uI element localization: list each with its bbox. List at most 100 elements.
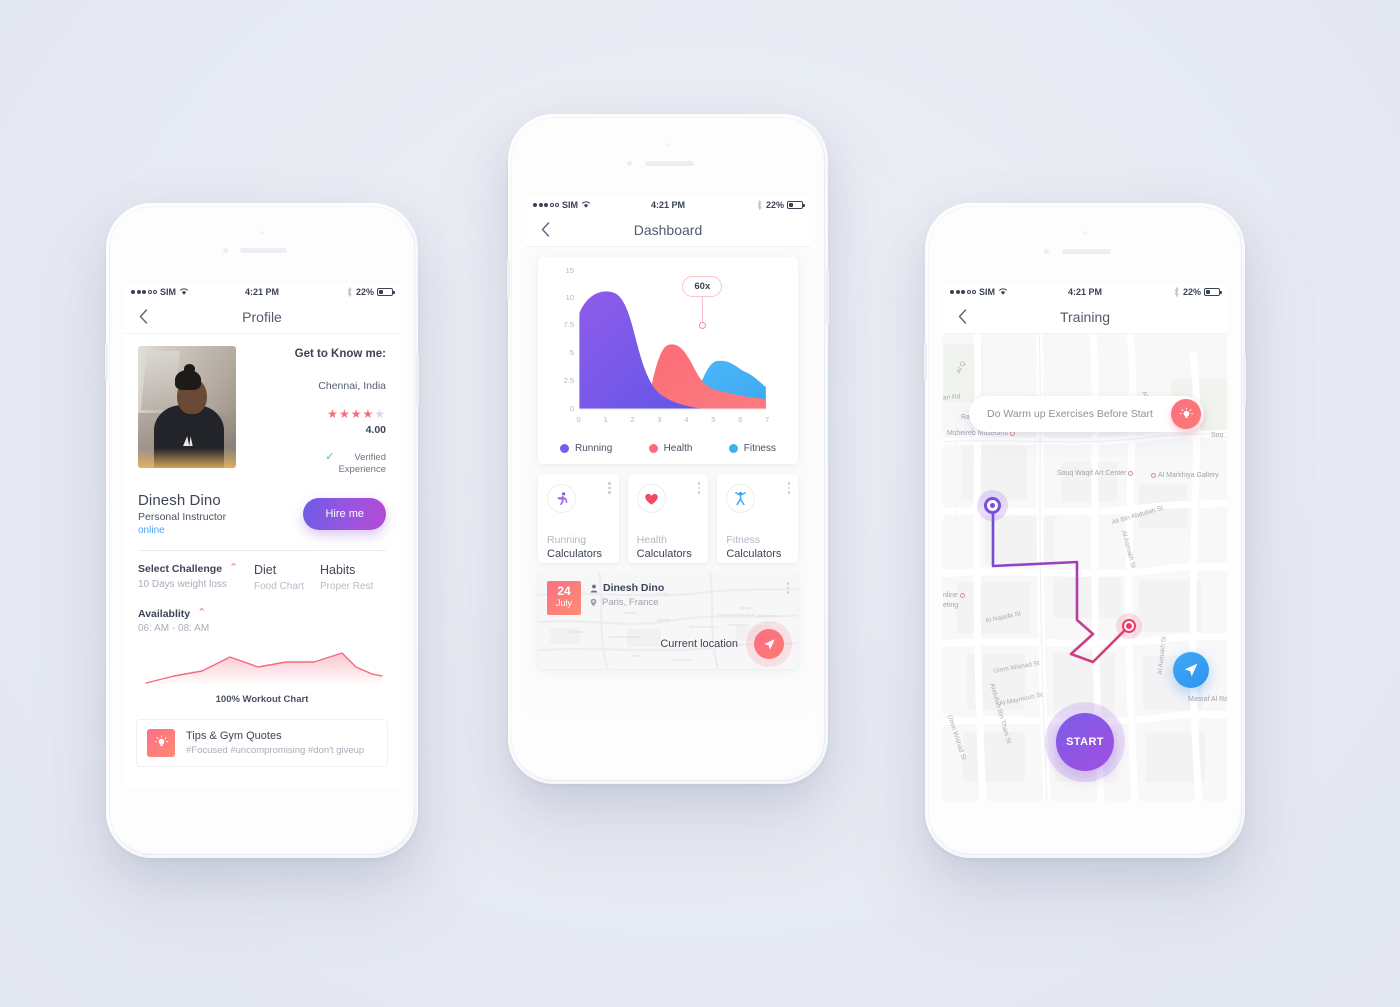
current-location-label: Current location [660, 638, 738, 650]
challenge-item-diet[interactable]: Diet Food Chart [254, 563, 320, 592]
date-day: 24 [557, 584, 571, 598]
tips-title: Tips & Gym Quotes [186, 729, 282, 742]
chevron-up-icon[interactable]: ⌃ [229, 563, 238, 574]
tooltip-anchor-dot [698, 322, 706, 329]
volume-button[interactable] [105, 343, 108, 381]
chevron-up-icon-availability[interactable]: ⌃ [197, 608, 206, 619]
back-chevron-icon[interactable] [135, 309, 151, 325]
svg-text:Astra Nevern: Astra Nevern [727, 623, 747, 627]
location-person-row: Dinesh Dino [590, 582, 664, 594]
tips-card[interactable]: Tips & Gym Quotes #Focused #uncompromisi… [136, 718, 388, 767]
profile-header: Get to Know me: Chennai, India ★★★★★ 4.0… [124, 334, 400, 476]
xtick-2: 2 [630, 415, 635, 424]
back-chevron-icon[interactable] [954, 309, 970, 325]
start-button[interactable]: START [1056, 713, 1114, 771]
name-and-action-row: Dinesh Dino Personal Instructor online H… [124, 476, 400, 536]
calc-label-line2: Calculators [636, 548, 692, 560]
location-place-row: Paris, France [590, 597, 659, 608]
street-an-rd: an Rd [943, 393, 961, 402]
status-bar-left: SIM [950, 287, 1008, 297]
warmup-text: Do Warm up Exercises Before Start [987, 408, 1153, 420]
map-label-sou: Sou [1211, 432, 1224, 439]
legend-label-fitness: Fitness [743, 443, 776, 454]
map-container[interactable]: Radwani House Msheireb Museums Souq Waqi… [943, 334, 1227, 801]
xtick-7: 7 [764, 415, 770, 424]
earpiece-speaker [645, 161, 694, 166]
phone-mockup-profile: SIM 4:21 PM 22% Profile Get to Know me: … [105, 203, 419, 858]
rating-value: 4.00 [365, 424, 386, 436]
legend-dot-running [560, 444, 569, 453]
proximity-sensor-dot [627, 161, 632, 166]
xtick-1: 1 [603, 415, 608, 424]
volume-button[interactable] [507, 259, 510, 299]
diet-sub: Food Chart [254, 580, 305, 592]
challenge-item-select[interactable]: Select Challenge ⌃ 10 Days weight loss [138, 563, 254, 592]
navigation-arrow-icon[interactable] [1173, 652, 1209, 688]
svg-text:Agnoyte: Agnoyte [657, 618, 670, 622]
challenge-item-habits[interactable]: Habits Proper Rest [320, 563, 386, 592]
legend-item-health[interactable]: Health [648, 443, 693, 454]
tips-text-block: Tips & Gym Quotes #Focused #uncompromisi… [186, 730, 364, 756]
front-camera-dot [1083, 231, 1087, 235]
calc-label-line2: Calculators [547, 548, 603, 560]
avatar [138, 346, 236, 468]
signal-dots-icon [131, 289, 157, 294]
card-fitness-calculators[interactable]: Fitness Calculators [717, 474, 799, 563]
legend-dot-fitness [728, 444, 738, 453]
legend-item-running[interactable]: Running [560, 443, 612, 454]
page-title: Profile [242, 308, 282, 325]
map-label-al-markhiya-gallery: Al Markhiya Gallery [1151, 472, 1219, 479]
verified-line-2: Experience [338, 463, 386, 475]
tooltip-value: 60x [694, 281, 711, 292]
map-canvas[interactable]: Radwani House Msheireb Museums Souq Waqi… [943, 334, 1227, 801]
more-options-icon[interactable] [608, 482, 611, 494]
xtick-4: 4 [684, 415, 689, 424]
workout-chart [138, 640, 386, 688]
chart-legend: Running Health Fitness [548, 434, 788, 456]
location-place-name: Paris, France [602, 597, 659, 608]
date-month: July [555, 598, 572, 608]
power-button[interactable] [1243, 353, 1246, 407]
more-options-icon[interactable] [697, 482, 701, 494]
power-button[interactable] [826, 269, 829, 325]
location-card[interactable]: Thaouris La Anthee Agnoyte Lourena Bourbon… [538, 573, 798, 669]
front-camera-dot [260, 231, 264, 235]
identity-block: Dinesh Dino Personal Instructor online [138, 492, 226, 536]
status-bar-left: SIM [533, 200, 591, 210]
svg-text:Gleize-Dubois: Gleize-Dubois [671, 658, 693, 662]
more-options-icon[interactable] [786, 582, 789, 594]
card-health-calculators[interactable]: Health Calculators [627, 474, 709, 563]
status-bar: SIM 4:21 PM 22% [124, 283, 400, 300]
legend-dot-health [648, 444, 658, 453]
nav-bar: Training [943, 300, 1227, 334]
status-bar-right: 22% [756, 199, 805, 210]
challenge-tabs: Select Challenge ⌃ 10 Days weight loss D… [124, 551, 400, 592]
area-chart: 15 10 7.5 5 2.5 0 0 1 2 3 4 5 6 7 60x [548, 266, 788, 434]
power-button[interactable] [416, 353, 419, 407]
screen-profile: SIM 4:21 PM 22% Profile Get to Know me: … [124, 283, 400, 788]
route-start-marker[interactable] [984, 497, 1001, 514]
svg-text:La Anthee: La Anthee [568, 630, 584, 634]
more-options-icon[interactable] [787, 482, 791, 494]
hire-me-button[interactable]: Hire me [303, 497, 386, 530]
navigation-arrow-icon[interactable] [754, 629, 784, 659]
wifi-icon [179, 288, 189, 295]
dashboard-body: 15 10 7.5 5 2.5 0 0 1 2 3 4 5 6 7 60x Ru… [526, 247, 810, 714]
card-running-calculators[interactable]: Running Calculators [538, 474, 619, 563]
map-label-nline: nline [943, 592, 965, 599]
signal-dots-icon [950, 289, 976, 294]
battery-icon [787, 200, 805, 209]
diet-title: Diet [254, 562, 277, 577]
lightbulb-icon[interactable] [1171, 399, 1201, 429]
legend-item-fitness[interactable]: Fitness [728, 443, 776, 454]
route-end-marker[interactable] [1122, 619, 1136, 633]
back-chevron-icon[interactable] [537, 222, 553, 238]
legend-label-health: Health [663, 443, 693, 454]
volume-button[interactable] [924, 343, 927, 381]
habits-title: Habits [320, 562, 356, 577]
warmup-banner[interactable]: Do Warm up Exercises Before Start [969, 396, 1204, 432]
proximity-sensor-dot [1044, 249, 1049, 254]
ytick-2_5: 2.5 [563, 376, 574, 385]
get-to-know-heading: Get to Know me: [294, 348, 386, 360]
carrier-label: SIM [562, 199, 579, 210]
